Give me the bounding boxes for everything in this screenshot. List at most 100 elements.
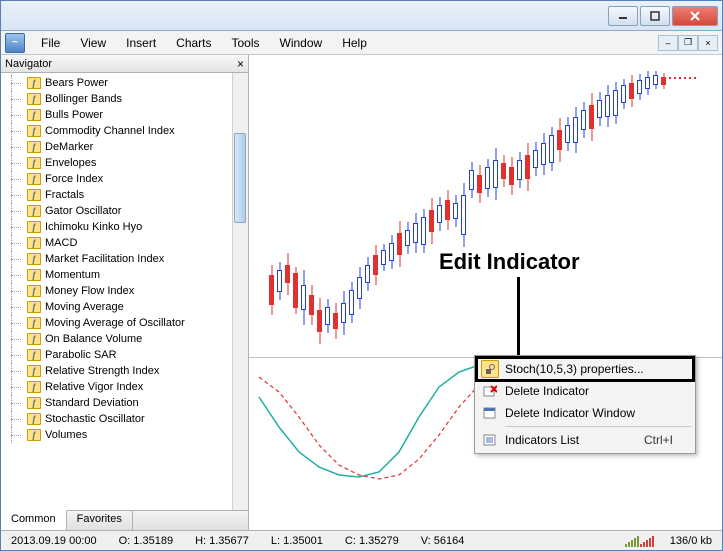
navigator-scrollbar[interactable] [232, 73, 248, 510]
menu-view[interactable]: View [70, 32, 116, 54]
tree-item-label: Fractals [45, 189, 84, 201]
window-minimize-button[interactable] [608, 6, 638, 26]
candlestick [653, 71, 658, 89]
tree-item-label: On Balance Volume [45, 333, 142, 345]
tree-item-label: Bulls Power [45, 109, 103, 121]
indicator-icon: f [27, 269, 41, 281]
menu-tools[interactable]: Tools [222, 32, 270, 54]
candlestick [613, 82, 618, 124]
tree-item[interactable]: fForce Index [3, 171, 248, 187]
candlestick [533, 142, 538, 176]
indicator-icon: f [27, 237, 41, 249]
tree-item-label: MACD [45, 237, 77, 249]
candlestick [341, 291, 346, 335]
candlestick [645, 71, 650, 95]
tree-item[interactable]: fFractals [3, 187, 248, 203]
menu-help[interactable]: Help [332, 32, 377, 54]
tree-item[interactable]: fBears Power [3, 75, 248, 91]
navigator-close-button[interactable]: × [237, 57, 244, 71]
tree-item[interactable]: fMomentum [3, 267, 248, 283]
ctx-delete-window-label: Delete Indicator Window [505, 406, 635, 420]
statusbar: 2013.09.19 00:00 O: 1.35189 H: 1.35677 L… [1, 530, 722, 550]
delete-indicator-icon [481, 382, 499, 400]
tree-item[interactable]: fRelative Strength Index [3, 363, 248, 379]
ctx-separator [505, 426, 691, 427]
tree-item[interactable]: fStandard Deviation [3, 395, 248, 411]
candlestick [565, 117, 570, 151]
indicator-icon: f [27, 221, 41, 233]
app-icon: ~ [5, 33, 25, 53]
candlestick [525, 143, 530, 191]
menu-file[interactable]: File [31, 32, 70, 54]
candlestick [461, 183, 466, 247]
candlestick [509, 157, 514, 195]
tree-item-label: Envelopes [45, 157, 96, 169]
tree-item-label: DeMarker [45, 141, 93, 153]
candlestick [469, 162, 474, 198]
tree-item[interactable]: f MACD [3, 235, 248, 251]
tree-item[interactable]: fVolumes [3, 427, 248, 443]
candlestick [365, 257, 370, 291]
ctx-indicators-list[interactable]: Indicators List Ctrl+I [477, 429, 693, 451]
tree-item[interactable]: fMoney Flow Index [3, 283, 248, 299]
status-low: L: 1.35001 [265, 535, 329, 547]
tree-item[interactable]: f Bollinger Bands [3, 91, 248, 107]
navigator-tabs: Common Favorites [1, 510, 248, 530]
menu-charts[interactable]: Charts [166, 32, 221, 54]
candlestick [349, 282, 354, 323]
candlestick [405, 222, 410, 254]
ctx-properties-label: Stoch(10,5,3) properties... [505, 362, 644, 376]
status-high: H: 1.35677 [189, 535, 255, 547]
tree-item[interactable]: fBulls Power [3, 107, 248, 123]
navigator-tree[interactable]: fBears PowerfBollinger BandsfBulls Power… [1, 73, 248, 510]
ctx-indicator-properties[interactable]: Stoch(10,5,3) properties... [477, 358, 693, 380]
tree-item[interactable]: fOn Balance Volume [3, 331, 248, 347]
mdi-minimize-button[interactable]: – [658, 35, 678, 51]
tree-item-label: Ichimoku Kinko Hyo [45, 221, 142, 233]
navigator-tab-favorites[interactable]: Favorites [67, 511, 133, 530]
chart-area[interactable]: Edit Indicator Stoch(10,5,3) properties.… [249, 55, 722, 530]
menu-window[interactable]: Window [270, 32, 333, 54]
navigator-scroll-thumb[interactable] [234, 133, 246, 223]
ctx-delete-indicator[interactable]: Delete Indicator [477, 380, 693, 402]
indicator-icon: f [27, 93, 41, 105]
tree-item[interactable]: fMarket Facilitation Index [3, 251, 248, 267]
tree-item[interactable]: f Ichimoku Kinko Hyo [3, 219, 248, 235]
candlestick [445, 190, 450, 230]
candlestick [421, 209, 426, 253]
ctx-delete-indicator-window[interactable]: Delete Indicator Window [477, 402, 693, 424]
tree-item[interactable]: fStochastic Oscillator [3, 411, 248, 427]
candlestick [605, 85, 610, 127]
candlestick [573, 107, 578, 153]
tree-item[interactable]: fGator Oscillator [3, 203, 248, 219]
navigator-tab-common[interactable]: Common [1, 510, 67, 530]
candlestick [621, 79, 626, 109]
indicator-icon: f [27, 77, 41, 89]
candlestick [357, 267, 362, 309]
candlestick [437, 197, 442, 231]
candlestick [629, 75, 634, 107]
ctx-delete-indicator-label: Delete Indicator [505, 384, 589, 398]
candlestick [381, 244, 386, 271]
mdi-restore-button[interactable]: ❐ [678, 35, 698, 51]
tree-item[interactable]: fEnvelopes [3, 155, 248, 171]
tree-item[interactable]: fCommodity Channel Index [3, 123, 248, 139]
candlestick [269, 265, 274, 315]
tree-item[interactable]: fRelative Vigor Index [3, 379, 248, 395]
candlestick [285, 253, 290, 295]
properties-icon [481, 360, 499, 378]
tree-item[interactable]: fMoving Average of Oscillator [3, 315, 248, 331]
tree-item[interactable]: fParabolic SAR [3, 347, 248, 363]
tree-item[interactable]: fMoving Average [3, 299, 248, 315]
tree-item-label: Bollinger Bands [45, 93, 122, 105]
candlestick [389, 235, 394, 269]
tree-item[interactable]: fDeMarker [3, 139, 248, 155]
tree-item-label: Moving Average of Oscillator [45, 317, 185, 329]
indicator-icon: f [27, 365, 41, 377]
mdi-close-button[interactable]: × [698, 35, 718, 51]
candlestick [477, 165, 482, 203]
window-close-button[interactable] [672, 6, 718, 26]
menu-insert[interactable]: Insert [116, 32, 166, 54]
window-maximize-button[interactable] [640, 6, 670, 26]
price-dot [674, 77, 676, 79]
